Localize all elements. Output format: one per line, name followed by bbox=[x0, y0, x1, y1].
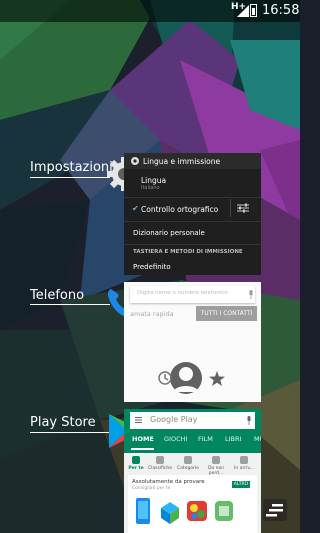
category-charts[interactable]: Classifiche bbox=[148, 456, 172, 471]
divider bbox=[124, 244, 261, 245]
recent-card-play-store[interactable]: Google Play HOME GIOCHI FILM LIBRI MU Pe… bbox=[124, 409, 261, 533]
settings-gear-icon bbox=[131, 157, 139, 165]
app-thumbnail[interactable] bbox=[132, 496, 154, 526]
category-label: In arriv... bbox=[234, 466, 254, 471]
section-header: TASTIERA E METODI DI IMMISSIONE bbox=[133, 249, 243, 255]
active-tab-indicator bbox=[131, 448, 154, 450]
default-keyboard-option[interactable]: Predefinito bbox=[133, 263, 171, 271]
label-underline bbox=[30, 177, 110, 178]
microphone-icon[interactable] bbox=[246, 416, 252, 425]
recent-app-label-settings[interactable]: Impostazioni bbox=[30, 160, 113, 175]
speed-dial-label: amata rapida bbox=[130, 310, 174, 318]
tab-home[interactable]: HOME bbox=[132, 435, 154, 443]
category-label: Categorie bbox=[177, 466, 199, 471]
avatar-placeholder-icon bbox=[170, 362, 202, 394]
play-search-bar[interactable]: Google Play bbox=[130, 412, 255, 429]
settings-header: Lingua e immissione bbox=[124, 153, 261, 169]
more-button[interactable]: ALTRO bbox=[232, 481, 250, 488]
history-clock-icon[interactable] bbox=[158, 371, 172, 385]
tab-books[interactable]: LIBRI bbox=[225, 435, 241, 443]
recent-app-label-phone[interactable]: Telefono bbox=[30, 288, 84, 303]
label-underline bbox=[30, 304, 110, 305]
personal-dictionary-option[interactable]: Dizionario personale bbox=[133, 229, 205, 237]
tune-sliders-icon[interactable] bbox=[236, 203, 250, 213]
for-you-icon bbox=[132, 456, 140, 464]
tab-music[interactable]: MU bbox=[254, 435, 261, 443]
editors-choice-icon bbox=[212, 456, 220, 464]
app-thumbnail[interactable] bbox=[159, 496, 181, 526]
recent-card-settings[interactable]: Lingua e immissione Lingua Italiano ✔ Co… bbox=[124, 153, 261, 275]
status-bar: H+ 16:58 bbox=[0, 0, 300, 22]
play-header: Google Play HOME GIOCHI FILM LIBRI MU bbox=[124, 409, 261, 453]
recent-card-phone[interactable]: Digita nome o numero telefonico amata ra… bbox=[124, 282, 261, 402]
favorites-star-icon[interactable] bbox=[209, 371, 225, 386]
section-subtitle: Consigliati per te bbox=[132, 486, 171, 491]
dialer-search-placeholder: Digita nome o numero telefonico bbox=[137, 290, 228, 296]
clock: 16:58 bbox=[262, 3, 300, 18]
microphone-icon[interactable] bbox=[248, 290, 254, 299]
category-editors-choice[interactable]: Da non perd... bbox=[204, 456, 228, 476]
recent-app-label-play-store[interactable]: Play Store bbox=[30, 415, 96, 430]
app-thumbnail[interactable] bbox=[213, 496, 235, 526]
category-for-you[interactable]: Per te bbox=[124, 456, 148, 471]
tab-movies[interactable]: FILM bbox=[198, 435, 213, 443]
hamburger-menu-icon[interactable] bbox=[135, 417, 142, 423]
category-categories[interactable]: Categorie bbox=[176, 456, 200, 471]
category-coming-soon[interactable]: In arriv... bbox=[232, 456, 256, 471]
settings-title: Lingua e immissione bbox=[143, 157, 221, 166]
coming-soon-icon bbox=[240, 456, 248, 464]
category-label: Per te bbox=[128, 466, 144, 471]
play-search-placeholder: Google Play bbox=[150, 415, 198, 424]
signal-strength-icon bbox=[237, 5, 249, 17]
recommended-section: Assolutamente da provare Consigliati per… bbox=[128, 475, 257, 533]
tab-games[interactable]: GIOCHI bbox=[164, 435, 187, 443]
stacked-lines-icon[interactable] bbox=[263, 499, 287, 521]
section-title: Assolutamente da provare bbox=[132, 479, 205, 485]
categories-icon bbox=[184, 456, 192, 464]
divider bbox=[124, 197, 261, 198]
app-thumbnail[interactable] bbox=[186, 496, 208, 526]
language-label[interactable]: Lingua bbox=[141, 176, 166, 185]
charts-icon bbox=[156, 456, 164, 464]
check-icon[interactable]: ✔ bbox=[132, 204, 139, 213]
divider bbox=[124, 221, 261, 222]
divider bbox=[230, 199, 231, 217]
dialer-search-bar[interactable]: Digita nome o numero telefonico bbox=[130, 286, 255, 303]
all-contacts-button[interactable]: TUTTI I CONTATTI bbox=[196, 306, 257, 321]
language-value: Italiano bbox=[141, 185, 160, 191]
label-underline bbox=[30, 432, 110, 433]
spell-check-option[interactable]: Controllo ortografico bbox=[141, 205, 218, 214]
battery-icon bbox=[250, 4, 257, 17]
category-label: Classifiche bbox=[148, 466, 173, 471]
